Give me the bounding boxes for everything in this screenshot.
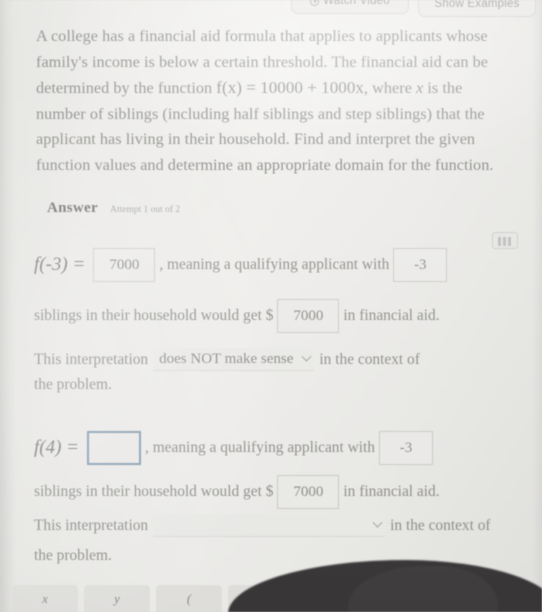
watch-video-label: Watch Video bbox=[323, 0, 390, 7]
row-1-line2-prefix: siblings in their household would get $ bbox=[34, 307, 274, 324]
row-1-interpretation-value: does NOT make sense bbox=[159, 351, 294, 367]
answer-row-1-line1: f(-3) = 7000 , meaning a qualifying appl… bbox=[34, 248, 534, 282]
row-2-line2-suffix: in financial aid. bbox=[343, 483, 440, 500]
row-2-interp-suffix: in the context of bbox=[390, 516, 491, 534]
problem-statement: A college has a financial aid formula th… bbox=[36, 24, 514, 178]
row-2-mid-text: , meaning a qualifying applicant with bbox=[145, 439, 375, 456]
row-2-value-input[interactable] bbox=[87, 431, 142, 465]
keyboard-icon-glyph bbox=[498, 237, 514, 246]
math-key-x[interactable]: x bbox=[12, 585, 78, 612]
screenshot-root: Watch Video Show Examples A college has … bbox=[0, 0, 542, 612]
chevron-down-icon bbox=[372, 517, 383, 528]
row-1-mid-text: , meaning a qualifying applicant with bbox=[159, 256, 390, 273]
answer-row-2-line1: f(4) = , meaning a qualifying applicant … bbox=[34, 431, 534, 465]
row-2-aid-input[interactable]: 7000 bbox=[277, 475, 340, 509]
row-1-aid-input[interactable]: 7000 bbox=[277, 299, 340, 333]
answer-row-1-interpretation: This interpretation does NOT make sense … bbox=[34, 348, 534, 371]
row-1-sibling-input[interactable]: -3 bbox=[393, 248, 448, 282]
problem-text-part2: , where bbox=[363, 79, 417, 97]
foreground-silhouette bbox=[228, 560, 542, 612]
row-2-interp-end: the problem. bbox=[34, 547, 112, 564]
card-left-edge bbox=[0, 0, 16, 612]
problem-formula: f(x) = 10000 + 1000x bbox=[216, 78, 364, 97]
row-1-value-input[interactable]: 7000 bbox=[93, 248, 156, 282]
show-examples-label: Show Examples bbox=[434, 0, 520, 10]
row-2-function-label: f(4) = bbox=[34, 437, 80, 458]
answer-row-2-interpretation: This interpretation in the context of bbox=[34, 514, 534, 537]
play-circle-icon bbox=[310, 0, 320, 6]
answer-row-1-interpretation-end: the problem. bbox=[34, 374, 534, 396]
row-1-function-label: f(-3) = bbox=[34, 254, 86, 275]
answer-row-2-line2: siblings in their household would get $ … bbox=[34, 475, 534, 509]
attempt-counter: Attempt 1 out of 2 bbox=[109, 205, 181, 215]
row-1-interpretation-dropdown[interactable]: does NOT make sense bbox=[153, 348, 315, 371]
toolbar: Watch Video Show Examples bbox=[0, 0, 542, 22]
row-2-interp-prefix: This interpretation bbox=[34, 516, 149, 534]
keyboard-icon[interactable] bbox=[492, 232, 518, 249]
chevron-down-icon bbox=[301, 351, 312, 362]
answer-header: Answer Attempt 1 out of 2 bbox=[47, 200, 180, 217]
row-1-line2-suffix: in financial aid. bbox=[343, 307, 440, 324]
row-1-interp-end: the problem. bbox=[34, 376, 112, 393]
watch-video-button[interactable]: Watch Video bbox=[291, 0, 409, 14]
math-key-y[interactable]: y bbox=[84, 585, 150, 612]
math-key-open-paren[interactable]: ( bbox=[156, 585, 222, 612]
row-2-line2-prefix: siblings in their household would get $ bbox=[34, 483, 274, 500]
row-1-interp-prefix: This interpretation bbox=[34, 350, 149, 368]
row-2-sibling-input[interactable]: -3 bbox=[378, 431, 433, 465]
row-2-interpretation-dropdown[interactable] bbox=[153, 514, 386, 537]
answer-row-1-line2: siblings in their household would get $ … bbox=[34, 299, 534, 333]
answer-title: Answer bbox=[47, 200, 98, 216]
row-1-interp-suffix: in the context of bbox=[319, 350, 420, 368]
show-examples-button[interactable]: Show Examples bbox=[418, 0, 536, 17]
